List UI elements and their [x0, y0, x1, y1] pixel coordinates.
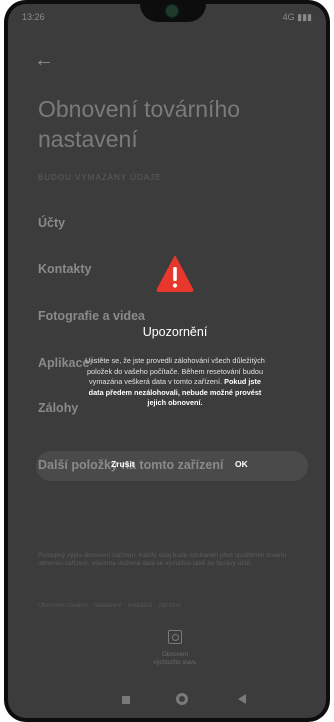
dialog-body: Ujistěte se, že jste provedli zálohování…	[82, 356, 268, 409]
footnote-secondary: Obnovení tovární · nastavení · ovládání …	[38, 602, 182, 609]
screen: 13:26 4G ▮▮▮ ← Obnovení továrního nastav…	[8, 4, 326, 718]
row-accounts: Účty	[38, 216, 66, 230]
ok-button[interactable]: OK	[235, 459, 248, 469]
restore-icon[interactable]	[168, 630, 182, 644]
warning-icon	[156, 256, 194, 292]
status-indicators: 4G ▮▮▮	[282, 12, 312, 22]
navigation-bar	[8, 686, 326, 718]
status-time: 13:26	[22, 12, 45, 22]
footnote: Postupný výpis obnovení zařízení. Každý …	[38, 552, 287, 567]
page-subtitle: BUDOU VYMAZÁNY ÚDAJE	[38, 173, 162, 182]
nav-back-icon[interactable]	[238, 694, 246, 704]
page-title: Obnovení továrního nastavení	[38, 96, 241, 152]
nav-home-icon[interactable]	[176, 693, 188, 705]
row-backups: Zálohy	[38, 401, 79, 415]
phone-frame: 13:26 4G ▮▮▮ ← Obnovení továrního nastav…	[4, 0, 330, 722]
cancel-button[interactable]: Zrušit	[111, 459, 135, 469]
dialog-title: Upozornění	[142, 325, 208, 339]
restore-label[interactable]: Obnovení výchozího stavu	[148, 651, 202, 667]
back-arrow-icon[interactable]: ←	[34, 49, 54, 72]
row-contacts: Kontakty	[38, 262, 92, 276]
row-photos: Fotografie a videa	[38, 309, 145, 323]
nav-recents-icon[interactable]	[122, 696, 130, 704]
front-camera	[167, 6, 177, 16]
